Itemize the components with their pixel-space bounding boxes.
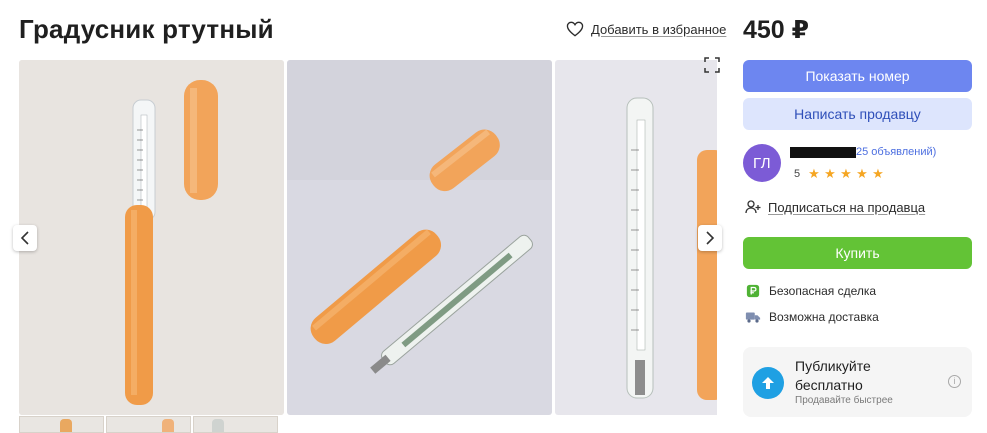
truck-icon <box>745 312 761 323</box>
subscribe-to-seller[interactable]: Подписаться на продавца <box>745 199 925 215</box>
info-icon[interactable]: i <box>948 375 961 388</box>
seller-ads-count[interactable]: 25 объявлений) <box>856 146 936 158</box>
heart-icon <box>566 21 584 37</box>
star-icon: ★ <box>808 166 820 181</box>
thumbnail[interactable] <box>106 416 191 433</box>
buy-button[interactable]: Купить <box>743 237 972 269</box>
photo-gallery <box>19 60 717 416</box>
subscribe-label: Подписаться на продавца <box>768 199 926 215</box>
feature-label: Возможна доставка <box>769 310 879 324</box>
avatar[interactable]: ГЛ <box>743 144 781 182</box>
gallery-thumbnails <box>19 416 278 433</box>
gallery-photo[interactable] <box>19 60 284 415</box>
star-icon: ★ <box>824 166 836 181</box>
chevron-right-icon <box>706 231 715 245</box>
star-icon: ★ <box>872 166 884 181</box>
add-to-favorites[interactable]: Добавить в избранное <box>566 21 726 37</box>
chevron-left-icon <box>20 231 29 245</box>
seller-card: ГЛ 25 объявлений) 5 ★ ★ ★ ★ ★ <box>743 144 983 184</box>
gallery-photo[interactable] <box>555 60 717 415</box>
ruble-shield-icon <box>746 284 760 298</box>
thermometer-photo-3 <box>555 60 717 415</box>
thumbnail[interactable] <box>19 416 104 433</box>
expand-icon[interactable] <box>704 57 720 73</box>
seller-rating: 5 ★ ★ ★ ★ ★ <box>794 166 884 181</box>
promo-title: Публикуйте бесплатно <box>795 358 871 393</box>
star-icon: ★ <box>840 166 852 181</box>
star-icon: ★ <box>856 166 868 181</box>
promo-subtitle: Продавайте быстрее <box>795 395 893 406</box>
seller-name-redacted <box>790 147 856 158</box>
user-plus-icon <box>745 200 761 214</box>
price: 450 ₽ <box>743 16 810 44</box>
show-phone-button[interactable]: Показать номер <box>743 60 972 92</box>
gallery-next-button[interactable] <box>698 225 722 251</box>
thermometer-photo-2 <box>287 60 552 415</box>
rating-value: 5 <box>794 168 801 180</box>
gallery-photo[interactable] <box>287 60 552 415</box>
feature-delivery: Возможна доставка <box>745 310 879 324</box>
publish-free-promo[interactable]: Публикуйте бесплатно Продавайте быстрее … <box>743 347 972 417</box>
gallery-prev-button[interactable] <box>13 225 37 251</box>
thermometer-photo-1 <box>19 60 284 415</box>
listing-title: Градусник ртутный <box>19 14 274 44</box>
write-seller-button[interactable]: Написать продавцу <box>743 98 972 130</box>
feature-safe-deal: Безопасная сделка <box>745 284 876 298</box>
arrow-up-icon <box>752 367 784 399</box>
add-to-favorites-label: Добавить в избранное <box>591 21 727 37</box>
thumbnail[interactable] <box>193 416 278 433</box>
feature-label: Безопасная сделка <box>769 284 877 298</box>
